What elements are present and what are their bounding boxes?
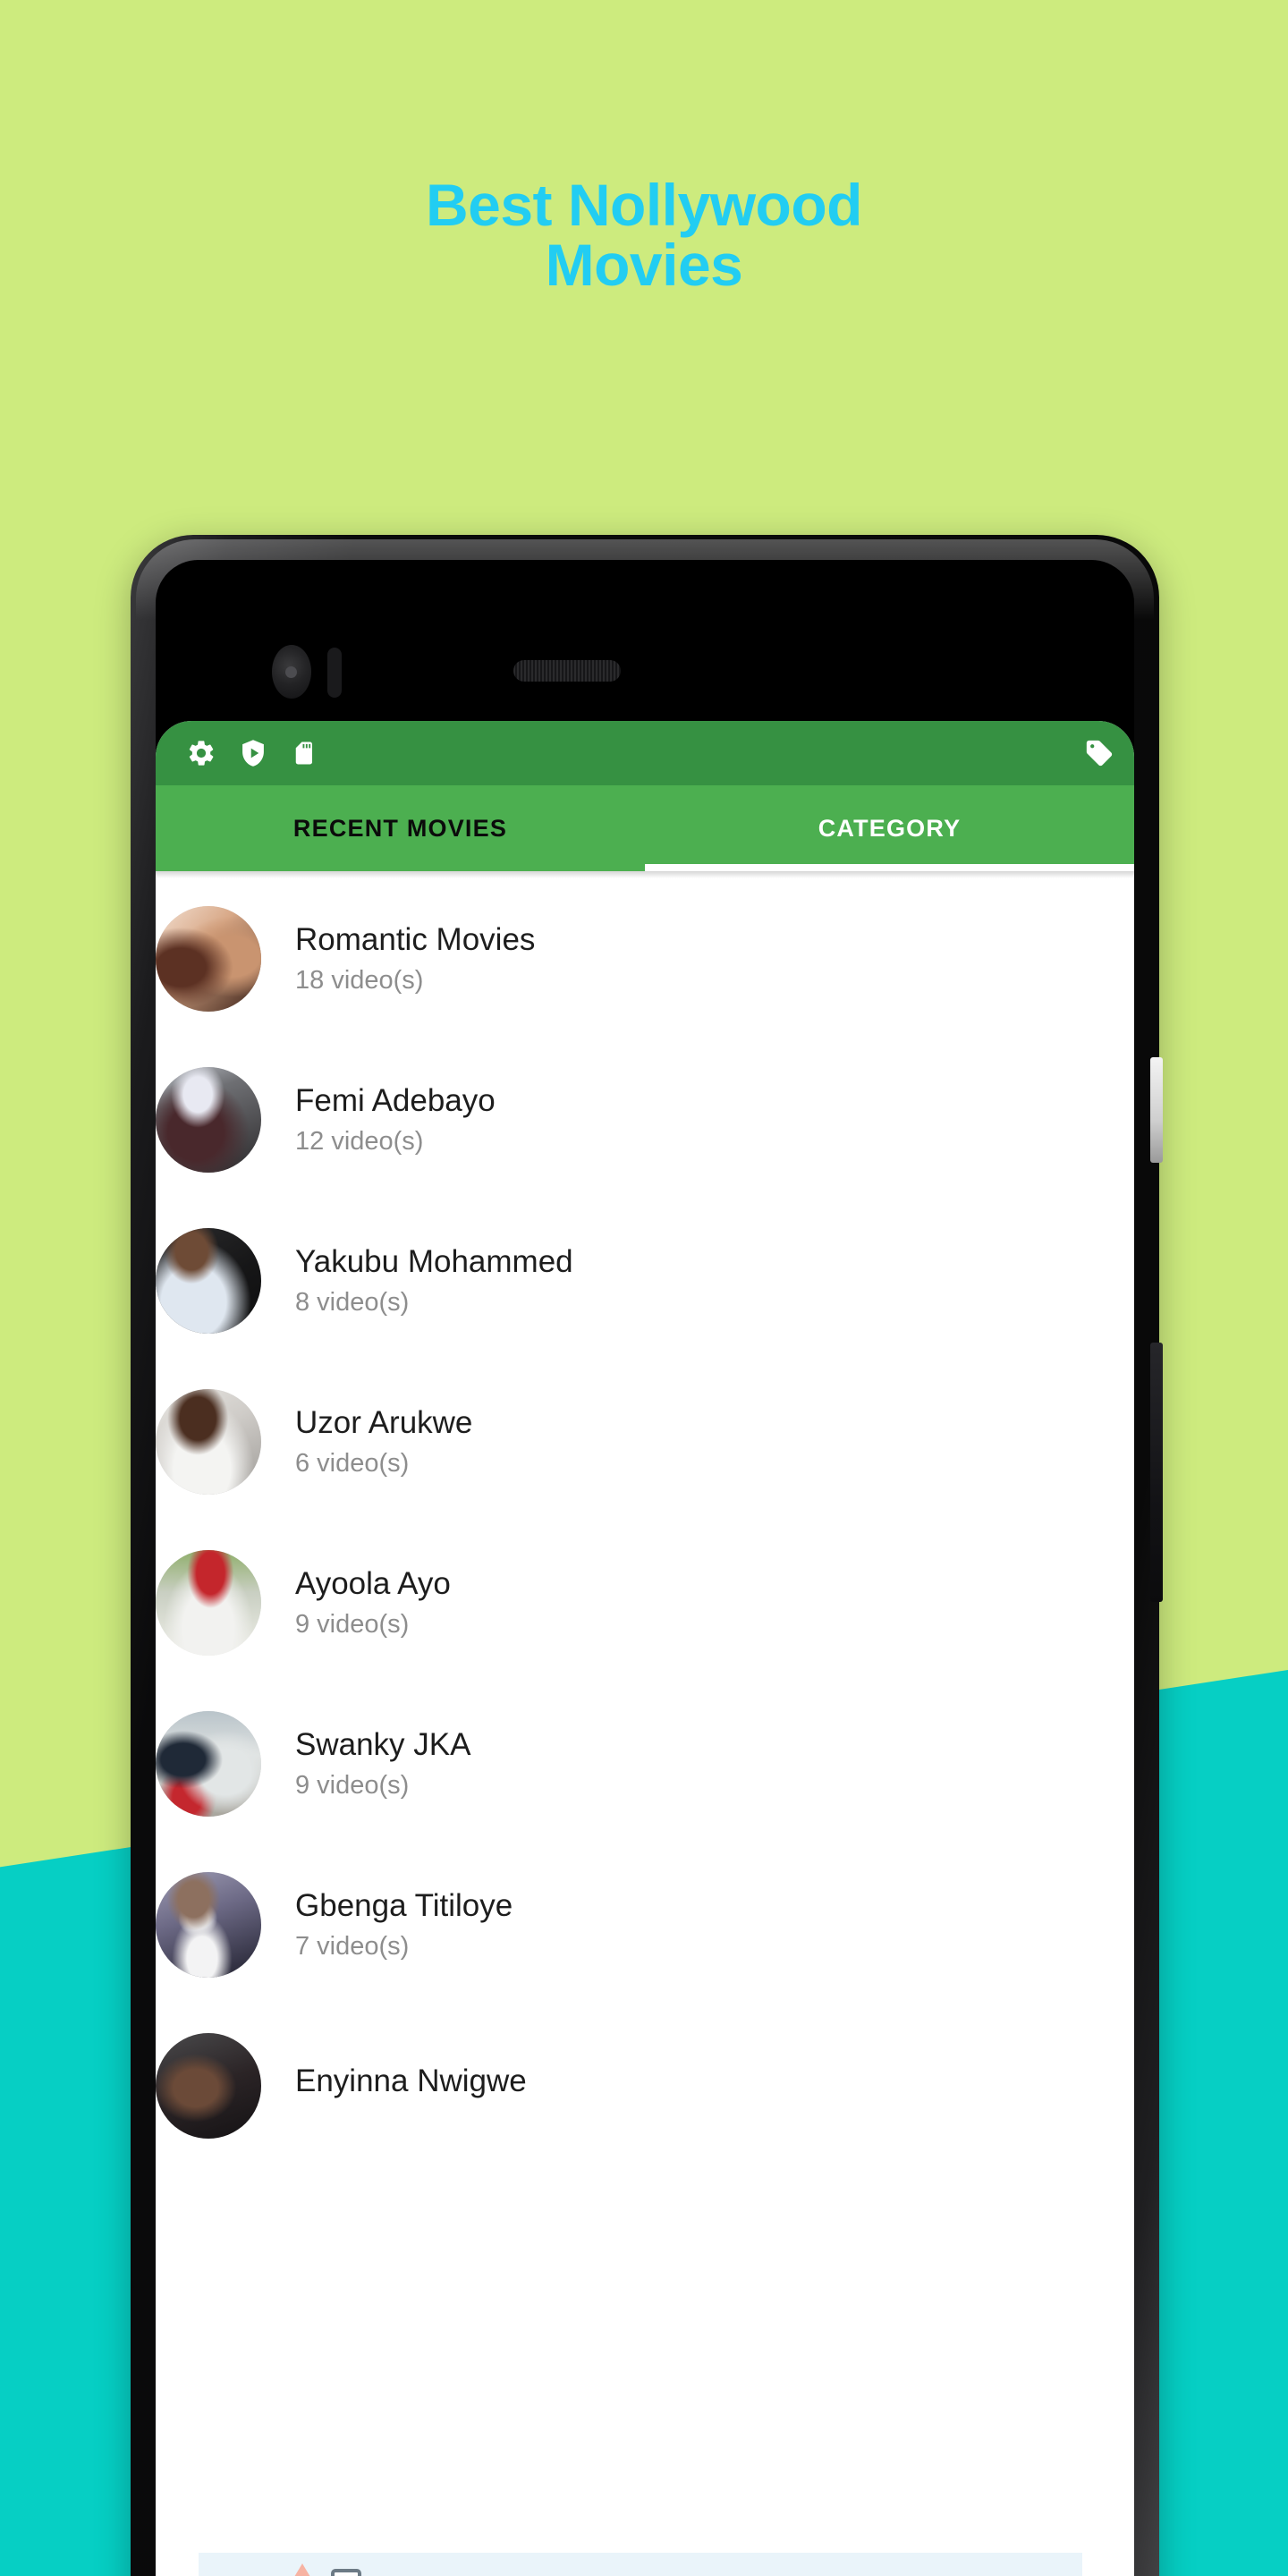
tab-category-label: CATEGORY [818,814,962,842]
app-viewport: RECENT MOVIES CATEGORY Romantic Movies 1… [156,721,1134,2576]
tab-recent-movies-label: RECENT MOVIES [292,814,508,842]
list-item[interactable]: Romantic Movies 18 video(s) [156,878,1134,1039]
list-item-subtitle: 18 video(s) [295,966,424,996]
avatar [156,906,261,1012]
promo-headline-line1: Best Nollywood [425,172,863,238]
list-item[interactable]: Yakubu Mohammed 8 video(s) [156,1200,1134,1361]
list-item-text: Yakubu Mohammed 8 video(s) [295,1244,573,1318]
avatar [156,1389,261,1495]
ad-illustration [199,2553,386,2576]
list-item-text: Romantic Movies 18 video(s) [295,922,535,996]
list-item-title: Romantic Movies [295,922,536,958]
avatar [156,1872,261,1978]
avatar [156,1228,261,1334]
volume-rocker-button[interactable] [1150,1343,1163,1602]
tab-selection-indicator [645,864,1134,871]
avatar [156,1711,261,1817]
list-item[interactable]: Enyinna Nwigwe [156,2005,1134,2166]
list-item-text: Uzor Arukwe 6 video(s) [295,1405,472,1479]
list-item-title: Uzor Arukwe [295,1405,473,1441]
phone-screen: RECENT MOVIES CATEGORY Romantic Movies 1… [156,560,1134,2576]
status-bar-left-icons [186,738,317,768]
tab-recent-movies[interactable]: RECENT MOVIES [156,785,645,871]
promo-headline-line2: Movies [545,232,743,299]
list-item-subtitle: 6 video(s) [295,1449,410,1479]
list-item-text: Gbenga Titiloye 7 video(s) [295,1888,513,1962]
tag-icon[interactable] [1084,738,1114,768]
list-item-subtitle: 7 video(s) [295,1932,410,1962]
front-camera-icon [272,645,311,699]
phone-mockup: RECENT MOVIES CATEGORY Romantic Movies 1… [131,535,1163,2576]
avatar [156,1550,261,1656]
list-item-subtitle: 9 video(s) [295,1610,410,1640]
list-item-text: Ayoola Ayo 9 video(s) [295,1566,451,1640]
earpiece-speaker-icon [513,660,621,682]
list-item-title: Gbenga Titiloye [295,1888,513,1924]
tab-bar: RECENT MOVIES CATEGORY [156,785,1134,871]
category-list[interactable]: Romantic Movies 18 video(s) Femi Adebayo… [156,878,1134,2576]
power-button[interactable] [1150,1057,1163,1163]
gear-icon[interactable] [186,738,216,768]
list-item-text: Enyinna Nwigwe [295,2063,527,2107]
list-item-title: Ayoola Ayo [295,1566,451,1602]
list-item-subtitle: 9 video(s) [295,1771,410,1801]
sd-card-icon[interactable] [290,740,317,767]
list-item-title: Enyinna Nwigwe [295,2063,527,2099]
shield-play-icon[interactable] [238,738,268,768]
list-item-title: Yakubu Mohammed [295,1244,573,1280]
list-item-subtitle: 12 video(s) [295,1127,424,1157]
proximity-sensor-icon [327,648,342,698]
status-bar [156,721,1134,785]
list-item-subtitle: 8 video(s) [295,1288,410,1318]
list-item-text: Femi Adebayo 12 video(s) [295,1083,496,1157]
list-item[interactable]: Swanky JKA 9 video(s) [156,1683,1134,1844]
tab-bar-shadow [156,871,1134,878]
list-item[interactable]: Ayoola Ayo 9 video(s) [156,1522,1134,1683]
avatar [156,2033,261,2139]
promo-headline: Best Nollywood Movies [0,172,1288,299]
ad-banner[interactable]: Congrats! You're seeing a test ad. MAX B… [199,2553,1082,2576]
tab-category[interactable]: CATEGORY [645,785,1134,871]
list-item-text: Swanky JKA 9 video(s) [295,1727,470,1801]
avatar [156,1067,261,1173]
list-item[interactable]: Femi Adebayo 12 video(s) [156,1039,1134,1200]
list-item[interactable]: Gbenga Titiloye 7 video(s) [156,1844,1134,2005]
status-bar-right-icons [1084,738,1114,768]
list-item-title: Swanky JKA [295,1727,471,1763]
promo-screenshot: Best Nollywood Movies RECENT MOVIES CATE… [0,0,1288,2576]
phone-device-icon [331,2569,361,2576]
list-item[interactable]: Uzor Arukwe 6 video(s) [156,1361,1134,1522]
list-item-title: Femi Adebayo [295,1083,496,1119]
